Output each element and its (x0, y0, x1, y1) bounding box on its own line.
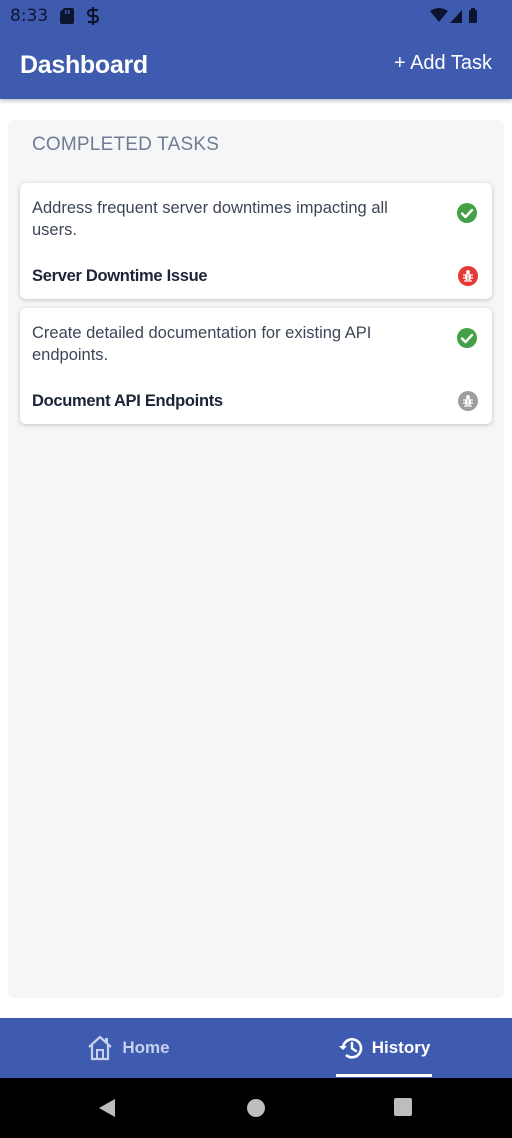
task-description: Create detailed documentation for existi… (32, 324, 372, 364)
status-bar: 8:33 (0, 0, 512, 32)
add-task-button[interactable]: + Add Task (394, 52, 492, 75)
recents-icon[interactable] (394, 1098, 412, 1116)
task-card[interactable]: Create detailed documentation for existi… (20, 308, 492, 424)
notification-icon (86, 7, 100, 25)
app-header: 8:33 Dashboard + Add Task (0, 0, 512, 99)
home-button-icon[interactable] (246, 1098, 266, 1118)
task-title: Document API Endpoints (32, 392, 223, 410)
home-icon (88, 1035, 113, 1061)
nav-history[interactable]: History (256, 1018, 512, 1078)
check-circle-icon (457, 203, 477, 223)
bottom-navigation: Home History (0, 1018, 512, 1078)
check-circle-icon (457, 328, 477, 348)
history-icon (338, 1038, 362, 1059)
nav-history-label: History (371, 1038, 431, 1057)
bug-icon (458, 266, 478, 286)
nav-home-label: Home (122, 1038, 170, 1057)
section-title: COMPLETED TASKS (32, 134, 220, 155)
signal-battery-icons (430, 8, 477, 23)
page-title: Dashboard (20, 51, 148, 79)
status-time: 8:33 (10, 6, 49, 26)
nav-home[interactable]: Home (0, 1018, 256, 1078)
bug-icon (458, 391, 478, 411)
task-card[interactable]: Address frequent server downtimes impact… (20, 183, 492, 299)
active-tab-indicator (336, 1074, 432, 1077)
system-navigation-bar (0, 1078, 512, 1138)
sd-card-icon (60, 8, 74, 24)
completed-tasks-panel: COMPLETED TASKS Address frequent server … (8, 120, 504, 998)
back-icon[interactable] (97, 1098, 117, 1118)
task-description: Address frequent server downtimes impact… (32, 199, 388, 239)
task-title: Server Downtime Issue (32, 267, 208, 285)
